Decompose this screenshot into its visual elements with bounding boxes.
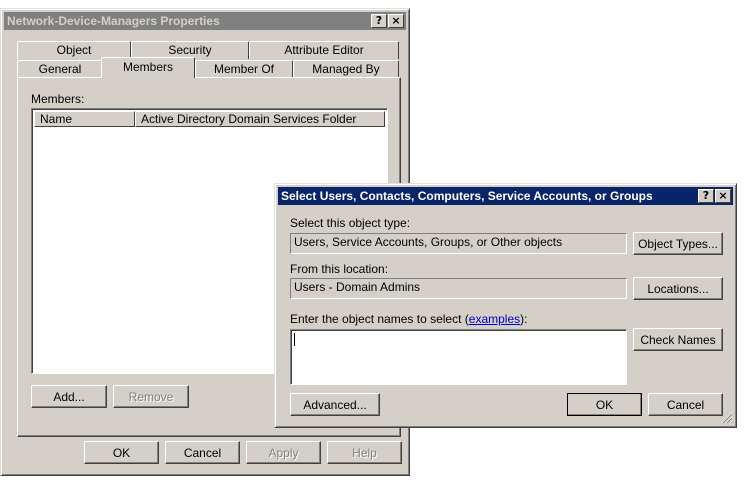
examples-link[interactable]: examples <box>469 312 520 326</box>
help-button[interactable]: Help <box>327 441 402 464</box>
column-header-folder[interactable]: Active Directory Domain Services Folder <box>135 111 385 127</box>
properties-dialog-titlebar[interactable]: Network-Device-Managers Properties ? × <box>4 12 406 30</box>
location-field: Users - Domain Admins <box>290 278 627 299</box>
object-types-button[interactable]: Object Types... <box>633 232 723 255</box>
location-label: From this location: <box>290 262 389 276</box>
select-dialog-title: Select Users, Contacts, Computers, Servi… <box>281 189 653 203</box>
cancel-button[interactable]: Cancel <box>165 441 240 464</box>
cancel-button[interactable]: Cancel <box>648 393 723 416</box>
select-users-dialog: Select Users, Contacts, Computers, Servi… <box>274 183 737 428</box>
help-icon[interactable]: ? <box>698 189 714 203</box>
check-names-button[interactable]: Check Names <box>633 328 723 351</box>
close-icon[interactable]: × <box>388 14 404 28</box>
advanced-button[interactable]: Advanced... <box>290 393 380 416</box>
resize-grip-icon[interactable] <box>721 412 733 424</box>
enter-names-label-text: Enter the object names to select ( <box>290 312 469 326</box>
add-button[interactable]: Add... <box>31 385 107 408</box>
object-type-field: Users, Service Accounts, Groups, or Othe… <box>290 233 627 254</box>
close-icon[interactable]: × <box>715 189 731 203</box>
help-icon[interactable]: ? <box>371 14 387 28</box>
members-label: Members: <box>31 92 85 106</box>
tab-members[interactable]: Members <box>101 57 195 78</box>
ok-button[interactable]: OK <box>567 393 642 416</box>
tab-managed-by[interactable]: Managed By <box>293 60 399 78</box>
locations-button[interactable]: Locations... <box>633 277 723 300</box>
enter-names-label-suffix: ): <box>520 312 528 326</box>
text-caret <box>294 333 295 346</box>
remove-button[interactable]: Remove <box>113 385 189 408</box>
object-names-input[interactable] <box>290 329 627 385</box>
column-header-name[interactable]: Name <box>34 111 135 127</box>
select-dialog-titlebar[interactable]: Select Users, Contacts, Computers, Servi… <box>278 187 733 205</box>
tab-member-of[interactable]: Member Of <box>195 60 293 78</box>
tab-general[interactable]: General <box>17 60 103 78</box>
enter-names-label: Enter the object names to select (exampl… <box>290 312 527 326</box>
tab-attribute-editor[interactable]: Attribute Editor <box>249 41 399 59</box>
ok-button[interactable]: OK <box>84 441 159 464</box>
properties-dialog-title: Network-Device-Managers Properties <box>7 14 220 28</box>
object-type-label: Select this object type: <box>290 216 411 230</box>
apply-button[interactable]: Apply <box>246 441 321 464</box>
